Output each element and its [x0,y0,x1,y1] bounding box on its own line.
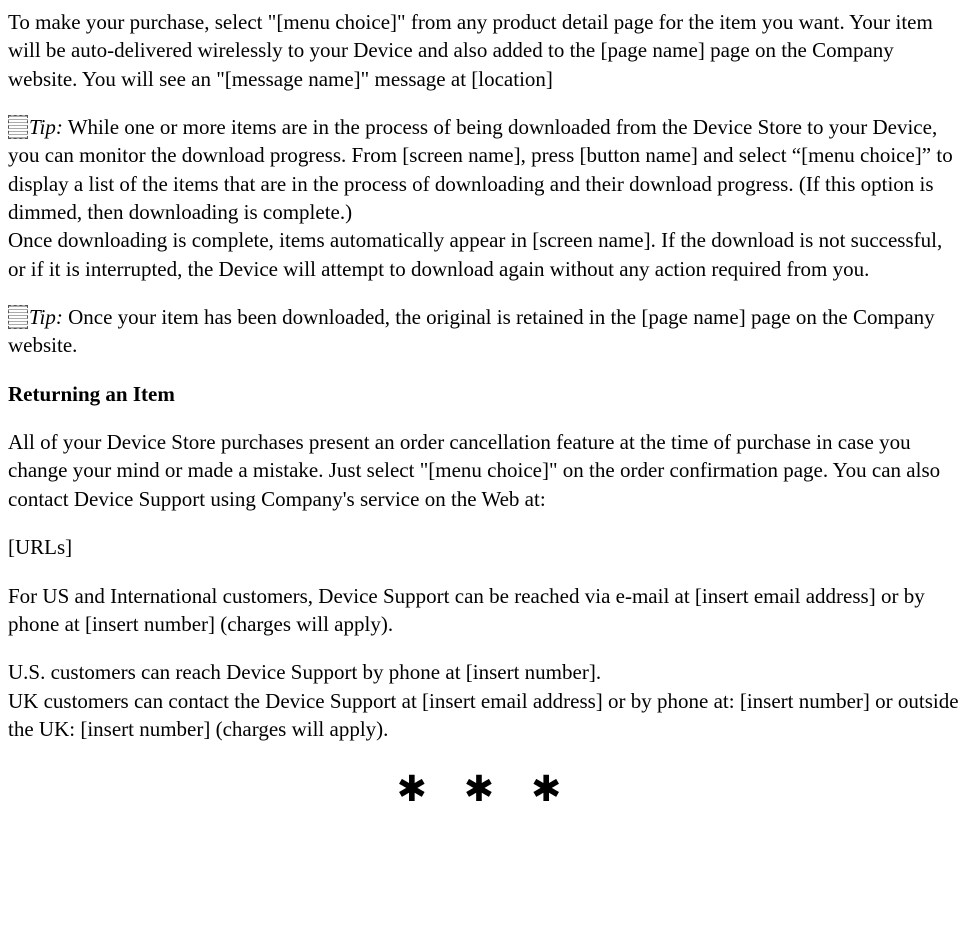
urls-placeholder: [URLs] [8,533,964,561]
tip-1-after-paragraph: Once downloading is complete, items auto… [8,226,964,283]
return-paragraph-3b: UK customers can contact the Device Supp… [8,689,959,741]
return-paragraph-3a: U.S. customers can reach Device Support … [8,660,601,684]
tip-2-body: Once your item has been downloaded, the … [8,305,935,357]
returning-an-item-heading: Returning an Item [8,380,964,408]
tip-1-block: Tip: While one or more items are in the … [8,113,964,226]
return-paragraph-2: For US and International customers, Devi… [8,582,964,639]
section-divider-asterism: ✱ ✱ ✱ [8,765,964,814]
return-paragraph-3: U.S. customers can reach Device Support … [8,658,964,743]
tip-icon [8,305,28,329]
return-paragraph-1: All of your Device Store purchases prese… [8,428,964,513]
tip-2-label: Tip: [29,305,63,329]
tip-1-body: While one or more items are in the proce… [8,115,953,224]
tip-2-block: Tip: Once your item has been downloaded,… [8,303,964,360]
tip-icon [8,115,28,139]
tip-1-label: Tip: [29,115,63,139]
intro-paragraph: To make your purchase, select "[menu cho… [8,8,964,93]
